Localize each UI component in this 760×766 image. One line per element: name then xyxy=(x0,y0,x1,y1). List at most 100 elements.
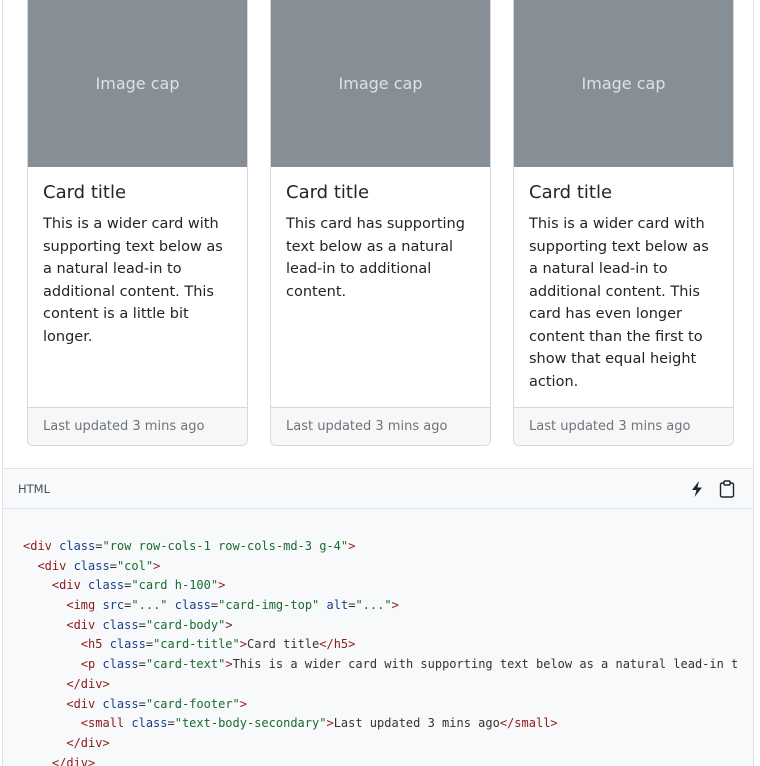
code-line: <p class="card-text">This is a wider car… xyxy=(23,655,753,675)
code-token: <p xyxy=(80,657,103,672)
code-token: class xyxy=(88,578,125,593)
card-image-cap: Image cap xyxy=(271,0,490,167)
code-line: </div> xyxy=(23,754,753,766)
code-token: > xyxy=(391,598,399,613)
clipboard-icon[interactable] xyxy=(716,478,738,500)
code-token: class xyxy=(109,637,146,652)
code-header: HTML xyxy=(2,469,754,509)
code-token: "..." xyxy=(131,598,168,613)
card-footer-text: Last updated 3 mins ago xyxy=(43,419,205,434)
code-line: </div> xyxy=(23,675,753,695)
code-token: <div xyxy=(51,578,89,593)
code-token: class xyxy=(174,598,211,613)
code-token: = xyxy=(138,696,146,711)
code-token: > xyxy=(239,637,247,652)
code-token: class xyxy=(59,539,96,553)
code-line: <img src="..." class="card-img-top" alt=… xyxy=(23,596,753,616)
image-cap-label: Image cap xyxy=(95,74,180,93)
code-token: = xyxy=(138,617,146,632)
code-token: </h5> xyxy=(319,637,356,652)
lightning-icon[interactable] xyxy=(686,478,708,500)
code-token: = xyxy=(109,558,117,573)
code-line: <div class="card h-100"> xyxy=(23,576,753,596)
code-token: <div xyxy=(23,539,60,553)
code-line: <h5 class="card-title">Card title</h5> xyxy=(23,635,753,655)
code-token: alt xyxy=(326,598,349,613)
card-footer: Last updated 3 mins ago xyxy=(514,407,733,445)
card-image-cap: Image cap xyxy=(28,0,247,167)
card-footer: Last updated 3 mins ago xyxy=(28,407,247,445)
code-token: Last updated 3 mins ago xyxy=(333,716,500,731)
code-token: </small> xyxy=(499,716,558,731)
card-footer: Last updated 3 mins ago xyxy=(271,407,490,445)
code-token: "card h-100" xyxy=(131,578,219,593)
card-2: Image cap Card title This card has suppo… xyxy=(270,0,491,446)
code-token: src xyxy=(102,598,125,613)
code-token: <img xyxy=(66,598,103,613)
code-token: > xyxy=(225,657,233,672)
card-text: This card has supporting text below as a… xyxy=(286,216,465,300)
code-token: > xyxy=(225,617,233,632)
card-text: This is a wider card with supporting tex… xyxy=(43,216,223,345)
code-token: Card title xyxy=(247,637,320,652)
card-body: Card title This card has supporting text… xyxy=(271,167,490,303)
code-token: "card-title" xyxy=(153,637,240,652)
code-line: <div class="row row-cols-1 row-cols-md-3… xyxy=(23,537,753,557)
code-token: class xyxy=(131,716,168,731)
code-token: <div xyxy=(66,696,103,711)
code-line: <div class="col"> xyxy=(23,557,753,577)
code-token: = xyxy=(145,637,154,652)
code-token: class xyxy=(73,558,110,573)
example-preview: Image cap Card title This is a wider car… xyxy=(2,0,754,469)
code-token: </div> xyxy=(66,735,110,750)
code-token: > xyxy=(348,539,356,553)
code-token: "card-footer" xyxy=(145,696,240,711)
code-token: </div> xyxy=(51,755,96,766)
card-title: Card title xyxy=(529,182,613,203)
code-token: > xyxy=(239,696,247,711)
code-block: <div class="row row-cols-1 row-cols-md-3… xyxy=(2,509,754,766)
code-token: = xyxy=(138,657,146,672)
card-image-cap: Image cap xyxy=(514,0,733,167)
card-footer-text: Last updated 3 mins ago xyxy=(529,419,691,434)
code-token: > xyxy=(153,558,161,573)
code-token: class xyxy=(102,657,139,672)
code-line: <div class="card-footer"> xyxy=(23,695,753,715)
code-token: > xyxy=(218,578,226,593)
card-footer-text: Last updated 3 mins ago xyxy=(286,419,448,434)
card-body: Card title This is a wider card with sup… xyxy=(28,167,247,348)
card-title: Card title xyxy=(286,182,370,203)
code-line: <small class="text-body-secondary">Last … xyxy=(23,714,753,734)
card-1: Image cap Card title This is a wider car… xyxy=(27,0,248,446)
code-token: = xyxy=(167,716,175,731)
code-line: </div> xyxy=(23,734,753,754)
code-language-label: HTML xyxy=(18,481,51,496)
code-token: "col" xyxy=(116,558,154,573)
card-3: Image cap Card title This is a wider car… xyxy=(513,0,734,446)
code-token: "..." xyxy=(355,598,392,613)
code-token: This is a wider card with supporting tex… xyxy=(232,657,739,672)
card-title: Card title xyxy=(43,182,127,203)
code-token: "row row-cols-1 row-cols-md-3 g-4" xyxy=(102,539,349,553)
card-body: Card title This is a wider card with sup… xyxy=(514,167,733,393)
code-token: <div xyxy=(37,558,74,573)
code-token: class xyxy=(102,696,139,711)
code-token: > xyxy=(326,716,334,731)
code-token: "card-text" xyxy=(145,657,226,672)
image-cap-label: Image cap xyxy=(338,74,423,93)
code-token: <h5 xyxy=(80,637,110,652)
code-token: <div xyxy=(66,617,103,632)
code-token: </div> xyxy=(66,676,110,691)
code-line: <div class="card-body"> xyxy=(23,616,753,636)
code-token: "text-body-secondary" xyxy=(174,716,327,731)
